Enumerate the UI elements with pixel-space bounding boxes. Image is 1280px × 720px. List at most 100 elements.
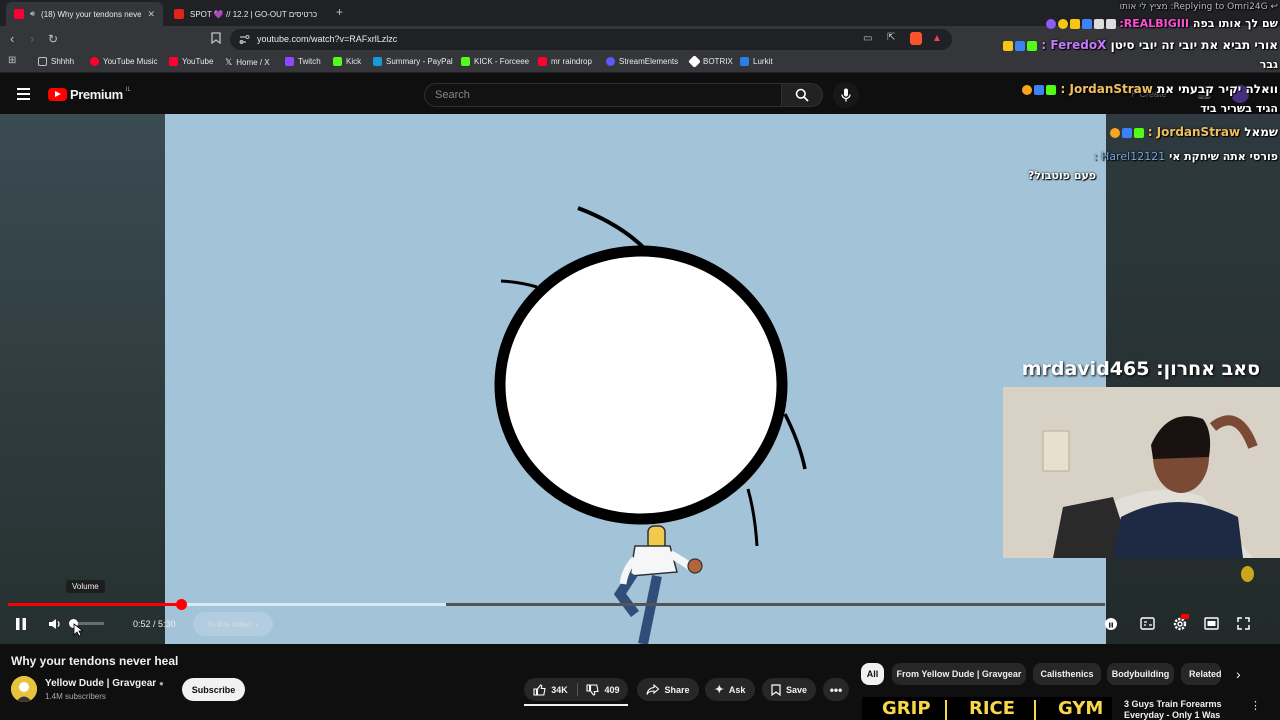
shield-badge-icon [1081,19,1092,29]
brave-rewards-icon[interactable]: ▲ [932,33,942,44]
search-input[interactable]: Search [424,83,782,107]
bookmark-shhhh[interactable]: Shhhh [38,57,74,66]
chip-related[interactable]: Related [1181,663,1221,685]
reply-header: ↩ Replying to Omri24G: מציץ לי אותו [1119,2,1278,12]
menu-icon[interactable] [17,88,30,100]
badge-icon [1022,84,1033,95]
logo-text: Premium [70,87,123,102]
voice-search-button[interactable] [833,82,859,108]
reply-arrow-icon: ↩ [1267,2,1278,12]
bookmark-star-icon[interactable] [211,32,221,48]
bookmark-twitch[interactable]: Twitch [285,57,321,66]
autoplay-pause-icon [1109,622,1113,628]
share-page-icon[interactable]: ⇱ [887,32,895,43]
progress-scrubber[interactable] [175,599,187,610]
youtube-logo-icon [48,88,67,101]
chat-message: וואלה יקיר קבעתי את JordanStraw : [1022,82,1278,96]
more-vertical-icon[interactable]: ⋮ [1250,699,1261,712]
hd-badge-icon [1181,614,1189,619]
bookmark-botrix[interactable]: BOTRIX [688,55,733,68]
chip-all[interactable]: All [861,663,884,685]
recommendation-thumbnail[interactable]: GRIP RICE GYM [862,697,1112,720]
streamelements-icon [606,57,615,66]
watermark-icon [1241,566,1254,582]
channel-avatar[interactable] [11,676,37,702]
forward-arrow-icon[interactable]: › [30,32,34,46]
channel-name[interactable]: Yellow Dude | Gravgear ● [45,678,164,689]
save-button[interactable]: Save [762,678,816,701]
like-button[interactable]: 34K [524,678,577,701]
tab-title: SPOT 💜 // 12.2 | GO-OUT כרטיסים [190,9,318,19]
bookmark-youtube[interactable]: YouTube [169,57,213,66]
tab-close-icon[interactable]: ✕ [147,9,155,20]
progress-remaining [446,603,1105,606]
chat-message: שמאל JordanStraw : [1109,125,1278,139]
mouse-cursor-icon [73,623,85,642]
video-frame[interactable] [165,114,1106,644]
back-arrow-icon[interactable]: ‹ [10,32,14,46]
logo-country: IL [125,87,131,93]
theater-mode-button[interactable] [1204,617,1219,635]
chevron-right-icon[interactable]: › [1236,666,1241,682]
kick-icon [333,57,342,66]
site-info-icon[interactable] [239,34,250,45]
search-button[interactable] [781,83,823,107]
autoplay-toggle[interactable] [1105,618,1117,630]
brave-shield-icon[interactable] [910,32,922,45]
address-bar[interactable]: youtube.com/watch?v=RAFxrlLzlzc ▭ ⇱ ▲ [230,29,952,50]
recommendation-title[interactable]: 3 Guys Train Forearms Everyday - Only 1 … [1124,699,1254,720]
share-button[interactable]: Share [637,678,699,701]
reload-icon[interactable]: ↻ [48,32,58,46]
chat-message: גבר [1259,58,1278,71]
youtube-music-icon [90,57,99,66]
cast-icon[interactable]: ▭ [863,33,872,44]
bookmark-lurkit[interactable]: Lurkit [740,57,773,66]
pause-button[interactable] [15,617,27,636]
more-actions-button[interactable]: ••• [823,678,849,701]
bookmark-kick-forceee[interactable]: KICK - Forceee [461,57,529,66]
chat-message: פעם פוטבול? [1028,169,1097,182]
video-player[interactable]: ↩ Replying to Omri24G: מציץ לי אותו שם ל… [0,2,1280,644]
thumbs-down-icon [586,683,600,696]
mute-button[interactable] [48,617,62,636]
apps-grid-icon[interactable]: ⊞ [8,55,16,66]
chip-bodybuilding[interactable]: Bodybuilding [1107,663,1174,685]
chat-message: הגיד בשריר ביד [1200,102,1278,115]
bookmark-paypal[interactable]: Summary - PayPal [373,57,453,66]
captions-button[interactable] [1140,617,1155,635]
botrix-icon [688,55,701,68]
youtube-premium-logo[interactable]: Premium IL [48,87,131,102]
video-title: Why your tendons never heal [11,654,179,668]
chip-from-channel[interactable]: From Yellow Dude | Gravgear [892,663,1026,685]
bookmark-streamelements[interactable]: StreamElements [606,57,678,66]
in-this-video-button[interactable]: In this video › [193,612,273,636]
bookmark-kick[interactable]: Kick [333,57,361,66]
progress-bar[interactable] [8,599,1105,610]
bookmark-youtube-music[interactable]: YouTube Music [90,57,158,66]
subscriber-count: 1.4M subscribers [45,692,106,701]
subscribe-button[interactable]: Subscribe [182,678,245,701]
time-display: 0:52 / 5:30 [133,619,176,629]
chevron-right-icon: › [255,619,258,629]
share-icon [646,684,660,695]
speaker-icon[interactable]: 🔊︎ [30,9,35,19]
sparkle-icon: ✦ [714,684,724,696]
kick-badge-icon [1133,127,1144,138]
url-text: youtube.com/watch?v=RAFxrlLzlzc [257,34,398,44]
bookmark-mr-raindrop[interactable]: mr raindrop [538,57,592,66]
lurkit-icon [740,57,749,66]
player-ambient-left [0,114,165,644]
video-animation-frame [494,206,807,644]
settings-button[interactable] [1172,614,1189,637]
microphone-icon [841,88,851,102]
chat-badges [1045,19,1116,29]
tab-go-out[interactable]: SPOT 💜 // 12.2 | GO-OUT כרטיסים [166,2,331,26]
new-tab-button[interactable]: + [336,5,343,19]
bookmark-x[interactable]: 𝕏 Home / X [225,57,270,68]
fullscreen-button[interactable] [1237,617,1250,635]
tab-youtube-video[interactable]: 🔊︎ (18) Why your tendons never ✕ [6,2,163,26]
badge-icon [1057,19,1068,29]
ask-button[interactable]: ✦ Ask [705,678,755,701]
dislike-button[interactable]: 409 [578,678,628,701]
chip-calisthenics[interactable]: Calisthenics [1033,663,1101,685]
